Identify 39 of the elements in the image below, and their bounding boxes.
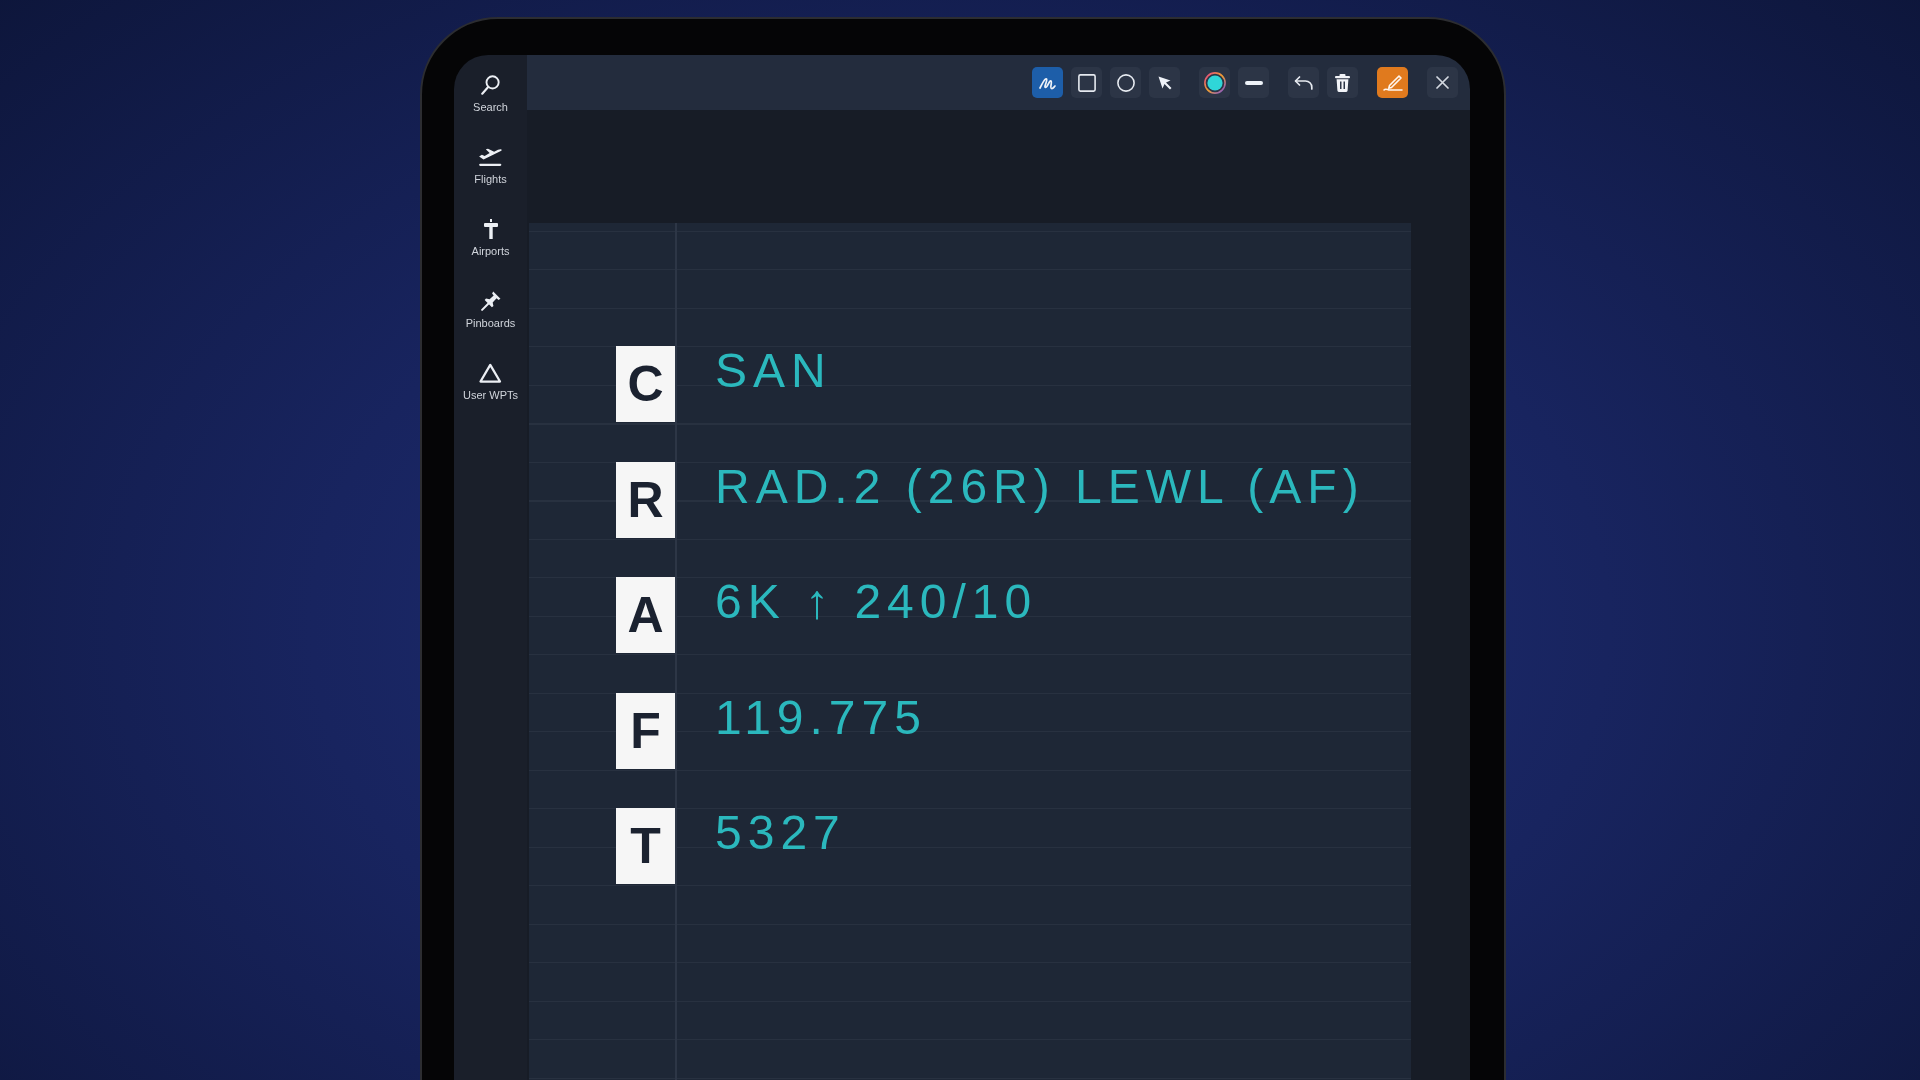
delete-button[interactable]	[1327, 67, 1358, 98]
pushpin-icon	[480, 291, 501, 311]
triangle-icon	[479, 363, 502, 383]
trash-icon	[1335, 73, 1350, 92]
handwritten-note: 6K ↑ 240/10	[715, 577, 1038, 628]
letter-tile: A	[616, 577, 675, 653]
ellipse-tool-button[interactable]	[1110, 67, 1141, 98]
close-icon	[1436, 76, 1449, 89]
drawing-mode-button[interactable]	[1377, 67, 1408, 98]
letter-tile: F	[616, 692, 675, 769]
undo-button[interactable]	[1288, 67, 1319, 98]
pencil-scribble-icon	[1382, 73, 1403, 92]
scribble-icon	[1039, 75, 1056, 90]
square-icon	[1077, 73, 1096, 92]
letter-tile: T	[616, 808, 675, 884]
sidebar-item[interactable]: Flights	[457, 147, 524, 186]
close-button[interactable]	[1427, 67, 1458, 98]
stroke-width-button[interactable]	[1238, 67, 1269, 98]
handwritten-note: 5327	[715, 808, 846, 859]
letter-tile: R	[616, 461, 675, 538]
sidebar-item[interactable]: Search	[457, 75, 524, 114]
control-tower-icon	[483, 219, 498, 239]
search-icon	[481, 75, 500, 95]
airplane-icon	[478, 147, 503, 167]
select-tool-button[interactable]	[1149, 67, 1180, 98]
sidebar-item[interactable]: Airports	[457, 219, 524, 258]
undo-icon	[1294, 75, 1313, 90]
sidebar-item[interactable]: Pinboards	[457, 291, 524, 330]
letter-tile: C	[616, 346, 675, 422]
rectangle-tool-button[interactable]	[1071, 67, 1102, 98]
color-swatch-icon	[1203, 71, 1226, 94]
circle-icon	[1116, 73, 1135, 92]
cursor-icon	[1157, 75, 1172, 90]
handwritten-note: 119.775	[715, 692, 927, 743]
scribble-tool-button[interactable]	[1032, 67, 1063, 98]
color-button[interactable]	[1199, 67, 1230, 98]
handwritten-note: RAD.2 (26R) LEWL (AF)	[715, 461, 1365, 512]
handwritten-note: SAN	[715, 346, 832, 397]
sidebar-item[interactable]: User WPTs	[457, 363, 524, 402]
